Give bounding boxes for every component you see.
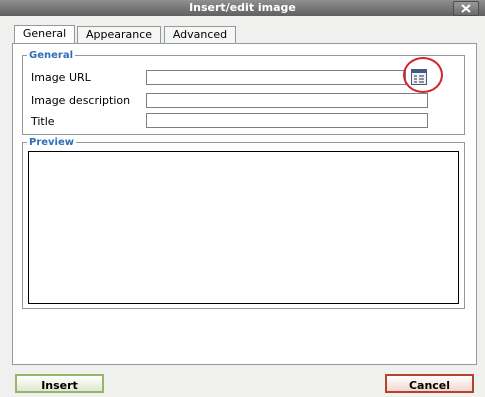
cancel-button[interactable]: Cancel bbox=[385, 374, 474, 393]
tab-advanced[interactable]: Advanced bbox=[164, 26, 236, 43]
tab-appearance-label: Appearance bbox=[85, 28, 153, 41]
title-input[interactable] bbox=[146, 113, 428, 128]
image-description-label: Image description bbox=[31, 94, 131, 107]
image-url-input[interactable] bbox=[146, 70, 406, 85]
tab-advanced-label: Advanced bbox=[172, 28, 228, 41]
dialog-title: Insert/edit image bbox=[189, 1, 296, 14]
preview-legend: Preview bbox=[29, 137, 75, 148]
close-button[interactable] bbox=[453, 1, 479, 16]
title-label: Title bbox=[31, 115, 55, 128]
close-icon bbox=[461, 4, 471, 13]
tab-general-label: General bbox=[22, 27, 67, 40]
tab-appearance[interactable]: Appearance bbox=[77, 26, 161, 43]
dialog-titlebar: Insert/edit image bbox=[0, 0, 485, 16]
annotation-circle bbox=[403, 57, 443, 93]
insert-button[interactable]: Insert bbox=[15, 374, 104, 393]
image-url-label: Image URL bbox=[31, 71, 91, 84]
image-preview-area bbox=[28, 151, 459, 304]
image-description-input[interactable] bbox=[146, 93, 428, 108]
tab-general[interactable]: General bbox=[14, 25, 75, 44]
general-legend: General bbox=[29, 50, 73, 61]
